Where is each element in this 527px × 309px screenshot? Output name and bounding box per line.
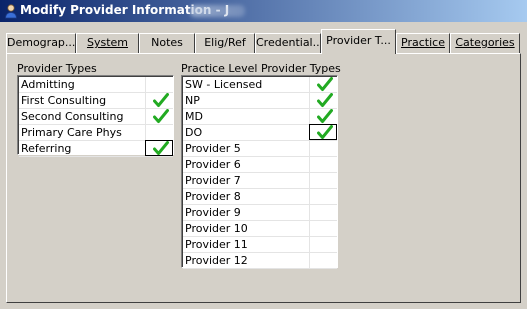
checkbox-cell[interactable] — [309, 141, 337, 156]
list-item-label: Second Consulting — [21, 110, 124, 123]
checkbox-cell[interactable] — [309, 157, 337, 172]
list-item-label: Provider 9 — [185, 206, 241, 219]
list-item-label: MD — [185, 110, 203, 123]
checkmark-icon — [317, 77, 333, 91]
list-item[interactable]: Provider 12 — [183, 253, 337, 269]
tab-label: Credential... — [256, 36, 321, 49]
list-item[interactable]: Referring — [19, 140, 173, 157]
checkbox-cell[interactable] — [309, 173, 337, 188]
list-item-label: Provider 5 — [185, 142, 241, 155]
list-item[interactable]: Provider 9 — [183, 205, 337, 221]
list-item[interactable]: Provider 8 — [183, 189, 337, 205]
list-item-label: NP — [185, 94, 200, 107]
checkbox-cell[interactable] — [309, 109, 337, 124]
list-item-label: Referring — [21, 142, 72, 155]
redacted-name — [190, 5, 245, 17]
checkmark-icon — [317, 93, 333, 107]
tab-categories[interactable]: Categories — [450, 33, 520, 53]
checkmark-icon — [317, 125, 333, 139]
tab-provider-types[interactable]: Provider T... — [321, 29, 396, 54]
list-item[interactable]: Provider 7 — [183, 173, 337, 189]
tab-credentials[interactable]: Credential... — [255, 33, 321, 53]
checkbox-cell[interactable] — [145, 140, 173, 156]
list-item-label: Admitting — [21, 78, 75, 91]
checkbox-cell[interactable] — [145, 77, 173, 92]
title-bar[interactable]: Modify Provider Information - J — [0, 0, 527, 22]
tab-system[interactable]: System — [76, 33, 139, 53]
tab-label: System — [86, 36, 129, 49]
checkbox-cell[interactable] — [309, 189, 337, 204]
checkbox-cell[interactable] — [145, 125, 173, 140]
checkbox-cell[interactable] — [309, 237, 337, 252]
user-icon — [5, 4, 17, 19]
tab-label: Demograp... — [7, 36, 76, 49]
provider-types-list[interactable]: Admitting First Consulting Second Consulti… — [17, 75, 174, 157]
list-item-label: DO — [185, 126, 203, 139]
tab-label: Categories — [455, 36, 515, 49]
tab-label: Provider T... — [326, 34, 391, 47]
list-item[interactable]: First Consulting — [19, 93, 173, 109]
list-item[interactable]: SW - Licensed — [183, 77, 337, 93]
tab-label: Elig/Ref — [204, 36, 246, 49]
list-item-label: First Consulting — [21, 94, 107, 107]
checkmark-icon — [153, 109, 169, 123]
list-item-label: Provider 11 — [185, 238, 248, 251]
checkbox-cell[interactable] — [309, 205, 337, 220]
checkmark-icon — [317, 109, 333, 123]
list-item[interactable]: Provider 10 — [183, 221, 337, 237]
tab-strip: Demograp... System Notes Elig/Ref Creden… — [6, 29, 522, 54]
checkbox-cell[interactable] — [309, 77, 337, 92]
list-item[interactable]: Second Consulting — [19, 109, 173, 125]
list-item[interactable]: DO — [183, 124, 337, 141]
list-item[interactable]: Provider 5 — [183, 141, 337, 157]
list-item-label: SW - Licensed — [185, 78, 263, 91]
tab-demographics[interactable]: Demograp... — [6, 33, 76, 53]
tab-notes[interactable]: Notes — [139, 33, 195, 53]
list-item[interactable]: Primary Care Phys — [19, 125, 173, 141]
practice-level-heading: Practice Level Provider Types — [181, 62, 341, 75]
list-item[interactable]: Provider 11 — [183, 237, 337, 253]
list-item-label: Primary Care Phys — [21, 126, 122, 139]
list-item-label: Provider 10 — [185, 222, 248, 235]
practice-level-list[interactable]: SW - Licensed NP MD DO Provider 5 Provider 6 P… — [181, 75, 338, 269]
list-item[interactable]: Provider 6 — [183, 157, 337, 173]
list-item-label: Provider 7 — [185, 174, 241, 187]
checkbox-cell[interactable] — [309, 124, 337, 140]
list-item-label: Provider 8 — [185, 190, 241, 203]
checkbox-cell[interactable] — [309, 221, 337, 236]
checkbox-cell[interactable] — [145, 93, 173, 108]
tab-elig-ref[interactable]: Elig/Ref — [195, 33, 255, 53]
list-item[interactable]: MD — [183, 109, 337, 125]
list-item-label: Provider 6 — [185, 158, 241, 171]
checkbox-cell[interactable] — [145, 109, 173, 124]
tab-label: Notes — [151, 36, 183, 49]
list-item-label: Provider 12 — [185, 254, 248, 267]
checkmark-icon — [153, 93, 169, 107]
provider-types-heading: Provider Types — [17, 62, 97, 75]
tab-practice[interactable]: Practice — [396, 33, 450, 53]
checkmark-icon — [153, 141, 169, 155]
list-item[interactable]: NP — [183, 93, 337, 109]
checkbox-cell[interactable] — [309, 253, 337, 268]
checkbox-cell[interactable] — [309, 93, 337, 108]
list-item[interactable]: Admitting — [19, 77, 173, 93]
tab-label: Practice — [401, 36, 445, 49]
